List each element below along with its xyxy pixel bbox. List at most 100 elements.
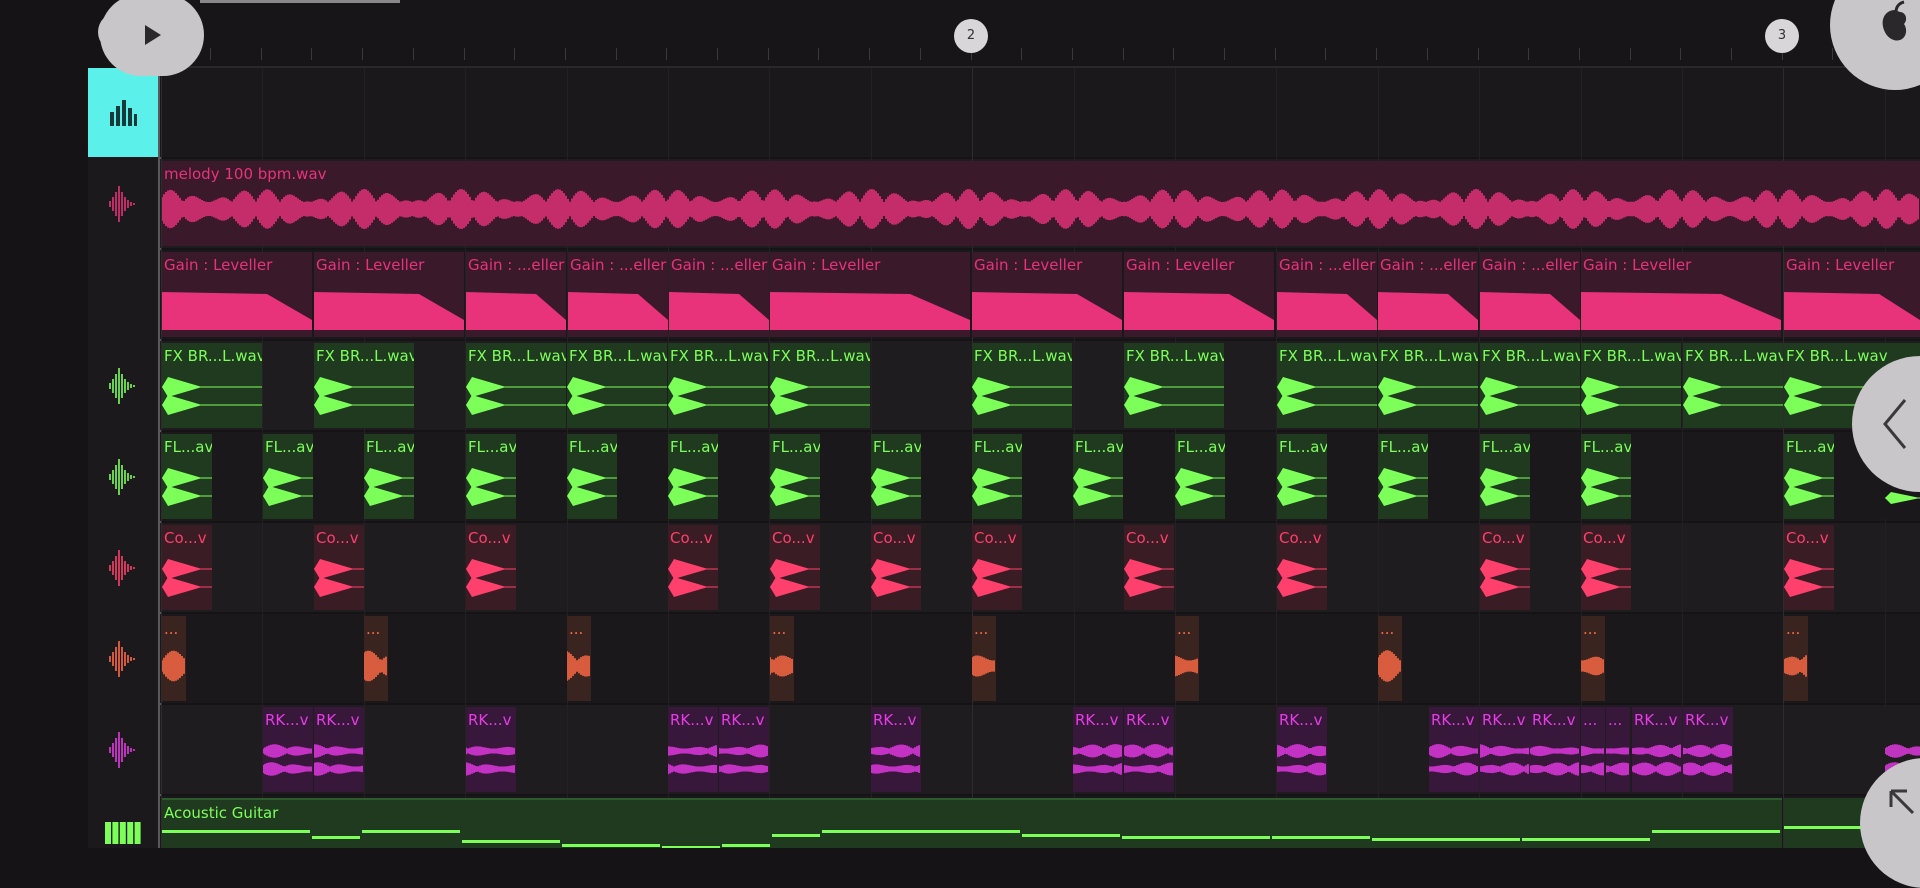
- melody-clip[interactable]: melody 100 bpm.wav: [162, 161, 1920, 246]
- co-clip[interactable]: Co...v: [1581, 525, 1631, 610]
- fl-clip[interactable]: FL...av: [1784, 434, 1834, 519]
- rk-clip[interactable]: RK...v: [719, 707, 769, 792]
- rk-clip[interactable]: RK...v: [1124, 707, 1174, 792]
- co-clip[interactable]: Co...v: [668, 525, 718, 610]
- lane-co[interactable]: [160, 523, 1920, 612]
- lane-fl[interactable]: [160, 432, 1920, 521]
- rk-clip[interactable]: RK...v: [1632, 707, 1682, 792]
- co-clip[interactable]: Co...v: [1277, 525, 1327, 610]
- short-clip[interactable]: ...: [972, 616, 996, 701]
- lane-empty[interactable]: [160, 68, 1920, 157]
- ruler-tick: [1376, 48, 1378, 60]
- fx-clip[interactable]: FX BR...L.wav: [466, 343, 566, 428]
- rk-clip[interactable]: ...: [1581, 707, 1605, 792]
- fx-clip[interactable]: FX BR...L.wav: [1480, 343, 1580, 428]
- gain-clip[interactable]: Gain : Leveller: [1581, 252, 1781, 337]
- mixer-button[interactable]: [88, 68, 158, 157]
- rk-clip[interactable]: RK...v: [1429, 707, 1479, 792]
- fl-clip[interactable]: FL...av: [871, 434, 921, 519]
- fl-clip[interactable]: FL...av: [1073, 434, 1123, 519]
- fx-clip[interactable]: FX BR...L.wav: [162, 343, 262, 428]
- short-clip[interactable]: ...: [1378, 616, 1402, 701]
- track-header-dots[interactable]: [88, 614, 158, 703]
- fx-clip[interactable]: FX BR...L.wav: [972, 343, 1072, 428]
- fx-clip[interactable]: FX BR...L.wav: [1378, 343, 1478, 428]
- short-clip[interactable]: ...: [567, 616, 591, 701]
- gain-clip[interactable]: Gain : ...eller: [1378, 252, 1478, 337]
- short-clip[interactable]: ...: [1784, 616, 1808, 701]
- track-header-co[interactable]: [88, 523, 158, 612]
- co-clip[interactable]: Co...v: [1784, 525, 1834, 610]
- fl-clip[interactable]: FL...av: [364, 434, 414, 519]
- track-header-melody[interactable]: [88, 159, 158, 248]
- rk-clip[interactable]: RK...v: [466, 707, 516, 792]
- co-clip[interactable]: Co...v: [1480, 525, 1530, 610]
- fx-clip[interactable]: FX BR...L.wav: [668, 343, 768, 428]
- fl-clip[interactable]: FL...av: [1277, 434, 1327, 519]
- fx-clip[interactable]: FX BR...L.wav: [1277, 343, 1377, 428]
- gain-clip[interactable]: Gain : Leveller: [770, 252, 970, 337]
- co-clip[interactable]: Co...v: [466, 525, 516, 610]
- fl-clip[interactable]: FL...av: [162, 434, 212, 519]
- rk-clip[interactable]: RK...v: [1277, 707, 1327, 792]
- fl-clip[interactable]: FL...av: [263, 434, 313, 519]
- gain-clip[interactable]: Gain : Leveller: [1784, 252, 1920, 337]
- co-clip[interactable]: Co...v: [871, 525, 921, 610]
- bar-marker-2[interactable]: 2: [954, 19, 988, 53]
- fx-clip[interactable]: FX BR...L.wav: [314, 343, 414, 428]
- rk-clip[interactable]: RK...v: [314, 707, 364, 792]
- short-clip[interactable]: ...: [162, 616, 186, 701]
- rk-clip[interactable]: RK...v: [1530, 707, 1580, 792]
- track-header-guitar[interactable]: [88, 796, 158, 848]
- fx-clip[interactable]: FX BR...L.wav: [1124, 343, 1224, 428]
- co-clip[interactable]: Co...v: [770, 525, 820, 610]
- fx-clip[interactable]: FX BR...L.wav: [567, 343, 667, 428]
- gain-clip[interactable]: Gain : ...eller: [669, 252, 769, 337]
- short-clip[interactable]: ...: [770, 616, 794, 701]
- fx-clip[interactable]: FX BR...L.wav: [1581, 343, 1681, 428]
- gain-clip[interactable]: Gain : ...eller: [1277, 252, 1377, 337]
- fx-clip[interactable]: FX BR...L.wav: [770, 343, 870, 428]
- rk-clip[interactable]: RK...v: [668, 707, 718, 792]
- track-header-fl[interactable]: [88, 432, 158, 521]
- short-clip[interactable]: ...: [364, 616, 388, 701]
- rk-clip[interactable]: ...: [1606, 707, 1630, 792]
- co-clip[interactable]: Co...v: [162, 525, 212, 610]
- short-clip[interactable]: ...: [1175, 616, 1199, 701]
- fl-clip[interactable]: FL...av: [1581, 434, 1631, 519]
- fl-clip[interactable]: FL...av: [972, 434, 1022, 519]
- gain-clip[interactable]: Gain : Leveller: [314, 252, 464, 337]
- fl-clip[interactable]: FL...av: [1175, 434, 1225, 519]
- lane-dots[interactable]: [160, 614, 1920, 703]
- fx-clip[interactable]: FX BR...L.wav: [1683, 343, 1783, 428]
- track-header-fx[interactable]: [88, 341, 158, 430]
- rk-clip[interactable]: RK...v: [263, 707, 313, 792]
- co-clip[interactable]: Co...v: [972, 525, 1022, 610]
- track-header-gain[interactable]: [88, 250, 158, 339]
- gain-clip[interactable]: Gain : ...eller: [466, 252, 566, 337]
- waveform: [972, 468, 1022, 506]
- ruler-tick: [514, 48, 516, 60]
- co-clip[interactable]: Co...v: [1124, 525, 1174, 610]
- gain-clip[interactable]: Gain : ...eller: [1480, 252, 1580, 337]
- rk-clip[interactable]: RK...v: [1073, 707, 1123, 792]
- fl-clip[interactable]: FL...av: [1378, 434, 1428, 519]
- gain-clip[interactable]: Gain : ...eller: [568, 252, 668, 337]
- fl-clip[interactable]: FL...av: [567, 434, 617, 519]
- acoustic-guitar-clip[interactable]: Acoustic Guitar: [162, 798, 1782, 848]
- bar-marker-3[interactable]: 3: [1765, 19, 1799, 53]
- gain-clip[interactable]: Gain : Leveller: [972, 252, 1122, 337]
- gain-clip[interactable]: Gain : Leveller: [1124, 252, 1274, 337]
- gain-clip[interactable]: Gain : Leveller: [162, 252, 312, 337]
- fl-clip[interactable]: FL...av: [466, 434, 516, 519]
- fl-clip[interactable]: FL...av: [668, 434, 718, 519]
- short-clip[interactable]: ...: [1581, 616, 1605, 701]
- rk-clip[interactable]: RK...v: [1480, 707, 1530, 792]
- timeline-ruler[interactable]: [160, 0, 1920, 68]
- rk-clip[interactable]: RK...v: [1683, 707, 1733, 792]
- fl-clip[interactable]: FL...av: [770, 434, 820, 519]
- fl-clip[interactable]: FL...av: [1480, 434, 1530, 519]
- track-header-rk[interactable]: [88, 705, 158, 794]
- co-clip[interactable]: Co...v: [314, 525, 364, 610]
- rk-clip[interactable]: RK...v: [871, 707, 921, 792]
